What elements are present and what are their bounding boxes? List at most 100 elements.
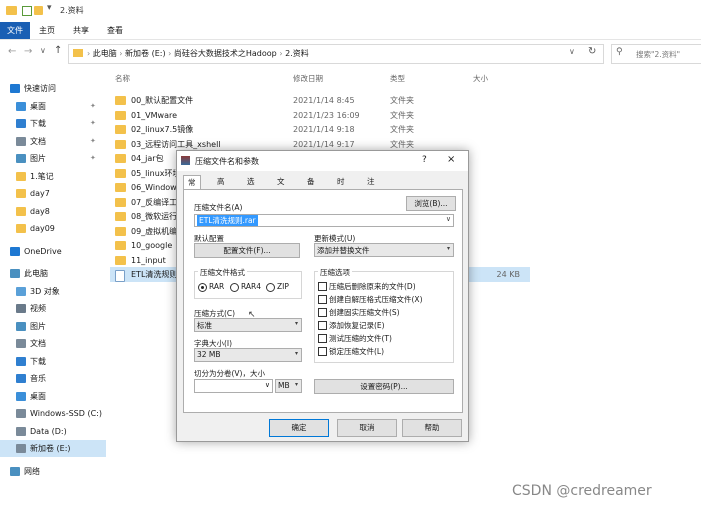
format-rar4-radio[interactable] xyxy=(230,283,239,292)
column-header-name[interactable]: 名称 xyxy=(115,73,130,85)
folder-icon xyxy=(73,49,83,57)
option-checkbox[interactable] xyxy=(318,321,327,330)
format-zip-radio[interactable] xyxy=(266,283,275,292)
split-unit-select[interactable]: MB ▾ xyxy=(275,379,302,393)
chevron-down-icon[interactable]: ∨ xyxy=(446,215,451,223)
sidebar-item[interactable]: 1.笔记 xyxy=(0,168,106,185)
column-header-type[interactable]: 类型 xyxy=(390,73,405,85)
breadcrumb: › 此电脑 › 新加卷 (E:) › 尚硅谷大数据技术之Hadoop › 2.资… xyxy=(87,49,309,58)
method-select[interactable]: 标准 ▾ xyxy=(194,318,302,332)
column-header-size[interactable]: 大小 xyxy=(473,73,488,85)
archive-name-input[interactable]: ETL清洗规则.rar ∨ xyxy=(194,214,454,227)
sidebar-item-label: 图片 xyxy=(30,321,46,331)
chevron-down-icon[interactable]: ∨ xyxy=(265,381,270,389)
dialog-title: 压缩文件名和参数 xyxy=(195,157,259,166)
sidebar-item[interactable]: 图片 ✦ xyxy=(0,150,106,167)
option-label: 添加恢复记录(E) xyxy=(329,321,385,330)
search-input[interactable]: ⚲ 搜索"2.资料" xyxy=(611,44,701,64)
tab-advanced[interactable]: 高级 xyxy=(213,175,229,199)
sidebar-item[interactable]: 3D 对象 xyxy=(0,283,106,300)
address-bar[interactable]: › 此电脑 › 新加卷 (E:) › 尚硅谷大数据技术之Hadoop › 2.资… xyxy=(68,44,604,64)
sidebar-item[interactable]: 文档 xyxy=(0,335,106,352)
quick-access-toolbar[interactable] xyxy=(22,6,32,16)
chevron-down-icon: ▾ xyxy=(446,245,450,252)
column-header-date[interactable]: 修改日期 xyxy=(293,73,323,85)
close-icon[interactable]: × xyxy=(447,154,455,165)
tab-general[interactable]: 常规 xyxy=(183,175,201,200)
sidebar-item[interactable]: 音乐 xyxy=(0,370,106,387)
file-row[interactable]: 02_linux7.5镜像 2021/1/14 9:18 文件夹 xyxy=(110,122,530,137)
option-label: 创建固实压缩文件(S) xyxy=(329,308,400,317)
breadcrumb-item[interactable]: 此电脑 xyxy=(93,49,117,58)
chevron-down-icon[interactable]: ∨ xyxy=(40,46,46,55)
window-title: 2.资料 xyxy=(60,6,84,15)
option-checkbox[interactable] xyxy=(318,347,327,356)
sidebar-item-label: Windows-SSD (C:) xyxy=(30,409,102,418)
up-arrow-icon[interactable]: ↑ xyxy=(54,45,62,56)
drive-icon xyxy=(16,426,26,436)
browse-button[interactable]: 浏览(B)... xyxy=(406,196,456,211)
sidebar-item[interactable]: Data (D:) xyxy=(0,423,106,440)
sidebar-item[interactable]: 下载 xyxy=(0,353,106,370)
format-rar-radio[interactable] xyxy=(198,283,207,292)
option-label: 锁定压缩文件(L) xyxy=(329,347,385,356)
dialog-title-bar[interactable]: 压缩文件名和参数 ? × xyxy=(177,151,468,171)
ribbon-tab-file[interactable]: 文件 xyxy=(0,22,30,39)
refresh-icon[interactable]: ↻ xyxy=(588,46,596,57)
search-placeholder: 搜索"2.资料" xyxy=(636,50,681,59)
tab-comment[interactable]: 注释 xyxy=(363,175,379,199)
sidebar-item-label: 桌面 xyxy=(30,391,46,401)
ribbon-tab-home[interactable]: 主页 xyxy=(32,22,62,39)
set-password-button[interactable]: 设置密码(P)... xyxy=(314,379,454,394)
sidebar-item[interactable]: 新加卷 (E:) xyxy=(0,440,106,457)
cancel-button[interactable]: 取消 xyxy=(337,419,397,437)
tab-backup[interactable]: 备份 xyxy=(303,175,319,199)
help-icon[interactable]: ? xyxy=(422,155,427,165)
chevron-down-icon[interactable]: ∨ xyxy=(569,47,575,56)
sidebar-item[interactable]: 桌面 xyxy=(0,388,106,405)
sidebar-item[interactable]: OneDrive xyxy=(0,243,106,260)
tab-files[interactable]: 文件 xyxy=(273,175,289,199)
breadcrumb-item[interactable]: 新加卷 (E:) xyxy=(125,49,166,58)
file-row[interactable]: 00_默认配置文件 2021/1/14 8:45 文件夹 xyxy=(110,93,530,108)
forward-arrow-icon[interactable]: → xyxy=(24,46,32,57)
breadcrumb-item[interactable]: 2.资料 xyxy=(285,49,309,58)
dictionary-select[interactable]: 32 MB ▾ xyxy=(194,348,302,362)
option-checkbox[interactable] xyxy=(318,295,327,304)
sidebar-item[interactable]: Windows-SSD (C:) xyxy=(0,405,106,422)
file-date: 2021/1/23 16:09 xyxy=(293,110,360,120)
sidebar-item[interactable]: day7 xyxy=(0,185,106,202)
sidebar-item[interactable]: 桌面 ✦ xyxy=(0,98,106,115)
split-size-input[interactable]: ∨ xyxy=(194,379,273,393)
desktop-icon xyxy=(16,101,26,111)
sidebar-item[interactable]: 图片 xyxy=(0,318,106,335)
update-mode-value: 添加并替换文件 xyxy=(317,246,370,255)
sidebar-item[interactable]: 网络 xyxy=(0,463,106,480)
sidebar-item-label: OneDrive xyxy=(24,246,62,256)
ribbon-tab-share[interactable]: 共享 xyxy=(66,22,96,39)
sidebar-item[interactable]: day8 xyxy=(0,203,106,220)
tab-time[interactable]: 时间 xyxy=(333,175,349,199)
download-icon xyxy=(16,356,26,366)
back-arrow-icon[interactable]: ← xyxy=(8,46,16,57)
ok-button[interactable]: 确定 xyxy=(269,419,329,437)
profile-button[interactable]: 配置文件(F)... xyxy=(194,243,300,258)
folder-icon xyxy=(115,212,126,221)
file-name: 05_linux环境 xyxy=(131,168,181,178)
update-mode-select[interactable]: 添加并替换文件 ▾ xyxy=(314,243,454,257)
breadcrumb-item[interactable]: 尚硅谷大数据技术之Hadoop xyxy=(174,49,277,58)
option-checkbox[interactable] xyxy=(318,282,327,291)
sidebar-item[interactable]: 此电脑 xyxy=(0,265,106,282)
sidebar-item[interactable]: 视频 xyxy=(0,300,106,317)
sidebar-item[interactable]: 下载 ✦ xyxy=(0,115,106,132)
sidebar-item[interactable]: day09 xyxy=(0,220,106,237)
ribbon-tab-view[interactable]: 查看 xyxy=(100,22,130,39)
option-checkbox[interactable] xyxy=(318,334,327,343)
tab-options[interactable]: 选项 xyxy=(243,175,259,199)
sidebar-item[interactable]: 快速访问 xyxy=(0,80,106,97)
option-checkbox[interactable] xyxy=(318,308,327,317)
help-button[interactable]: 帮助 xyxy=(402,419,462,437)
file-row[interactable]: 01_VMware 2021/1/23 16:09 文件夹 xyxy=(110,108,530,123)
chevron-down-icon[interactable]: ▾ xyxy=(47,3,52,13)
sidebar-item[interactable]: 文档 ✦ xyxy=(0,133,106,150)
